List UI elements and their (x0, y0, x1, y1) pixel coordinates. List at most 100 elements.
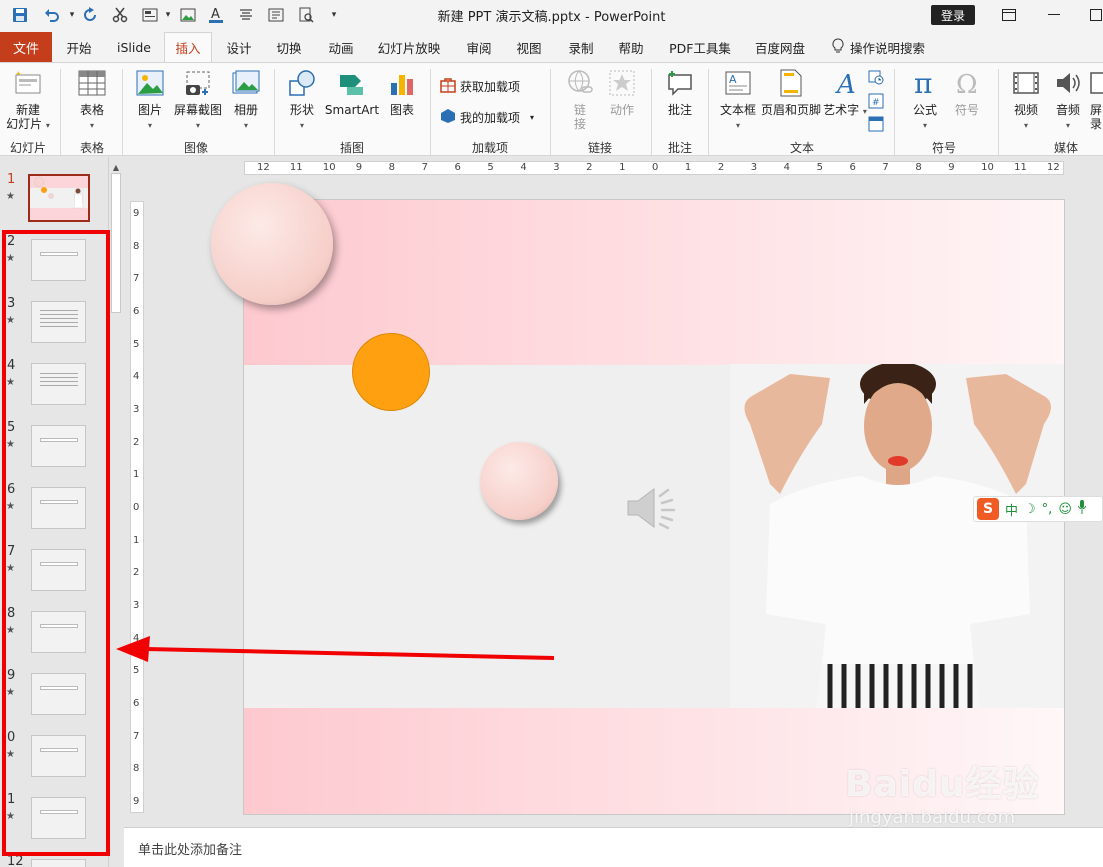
tab-insert[interactable]: 插入 (164, 32, 212, 62)
ime-punctuation-icon[interactable]: °, (1042, 502, 1053, 517)
wordart-button[interactable]: A 艺术字 ▾ (823, 67, 867, 117)
chevron-down-icon: ▾ (299, 121, 304, 130)
tab-record[interactable]: 录制 (562, 32, 600, 62)
comment-button[interactable]: 批注 (660, 67, 700, 117)
ime-toolbar[interactable]: S 中 ☽ °, ☺ (973, 496, 1103, 522)
tab-review[interactable]: 审阅 (460, 32, 498, 62)
tab-slideshow[interactable]: 幻灯片放映 (376, 32, 442, 62)
notes-placeholder[interactable]: 单击此处添加备注 (138, 839, 242, 858)
screenshot-icon (182, 67, 214, 99)
header-footer-button[interactable]: 页眉和页脚 (758, 67, 824, 117)
slide-number: 0 (7, 730, 16, 745)
redo-icon[interactable] (80, 5, 100, 25)
new-slide-button[interactable]: 新建 幻灯片 ▾ (4, 67, 52, 131)
table-button[interactable]: 表格 ▾ (70, 67, 114, 131)
slide-thumbnail-12[interactable] (31, 859, 86, 867)
notes-pane[interactable]: 单击此处添加备注 (124, 827, 1103, 867)
date-time-button[interactable] (868, 69, 884, 88)
tab-transitions[interactable]: 切换 (270, 32, 308, 62)
slide-thumbnail-6[interactable] (31, 487, 86, 529)
pink-bubble-large[interactable] (211, 183, 333, 305)
animation-star-icon: ★ (6, 191, 15, 202)
slide-thumbnail-2[interactable] (31, 239, 86, 281)
save-icon[interactable] (10, 5, 30, 25)
model-photo[interactable] (730, 362, 1064, 708)
login-button[interactable]: 登录 (931, 5, 975, 25)
slide-thumbnail-9[interactable] (31, 673, 86, 715)
slide-thumbnail-pane[interactable]: 1 ★ 2 ★ 3 ★ 4 ★ 5 ★ 6 ★ 7 ★ 8 ★ 9 ★ 0 ★ … (0, 157, 124, 867)
screenshot-button[interactable]: 屏幕截图 ▾ (170, 67, 226, 131)
chart-button[interactable]: 图表 (382, 67, 422, 117)
animation-star-icon: ★ (6, 377, 15, 388)
ime-fullwidth-icon[interactable]: ☽ (1024, 502, 1036, 517)
tab-design[interactable]: 设计 (220, 32, 258, 62)
undo-icon[interactable] (42, 5, 62, 25)
preview-icon[interactable] (296, 5, 316, 25)
maximize-icon[interactable] (1085, 4, 1103, 26)
slide-thumbnail-11[interactable] (31, 797, 86, 839)
vertical-ruler[interactable]: 9876543210123456789 (130, 201, 144, 813)
tell-me-search[interactable]: 操作说明搜索 (832, 32, 925, 62)
slide-number: 1 (7, 172, 16, 187)
symbol-button[interactable]: Ω 符号 (946, 67, 988, 117)
my-addins-button[interactable]: 我的加载项 ▾ (440, 108, 534, 127)
scroll-thumb[interactable] (111, 173, 121, 313)
layout-dropdown-icon[interactable]: ▾ (158, 5, 178, 25)
undo-dropdown-icon[interactable]: ▾ (62, 5, 82, 25)
slide-number-button[interactable]: # (868, 93, 884, 112)
tab-pdf-tools[interactable]: PDF工具集 (664, 32, 736, 62)
tab-animations[interactable]: 动画 (322, 32, 360, 62)
picture-icon[interactable] (178, 5, 198, 25)
slide-thumbnail-3[interactable] (31, 301, 86, 343)
slide-thumbnail-10[interactable] (31, 735, 86, 777)
thumbnail-scrollbar[interactable]: ▲ (108, 157, 123, 867)
svg-text:Ω: Ω (956, 70, 978, 97)
textbox-button[interactable]: A 文本框 ▾ (716, 67, 760, 131)
audio-speaker-icon[interactable] (624, 486, 684, 530)
video-button[interactable]: 视频 ▾ (1006, 67, 1046, 131)
tab-file[interactable]: 文件 (0, 32, 52, 62)
minimize-icon[interactable] (1043, 4, 1065, 26)
pictures-button[interactable]: 图片 ▾ (130, 67, 170, 131)
ruler-tick-label: 1 (684, 162, 692, 173)
customize-icon[interactable]: ▾ (324, 5, 344, 25)
tab-islide[interactable]: iSlide (112, 32, 156, 62)
ime-mode-toggle[interactable]: 中 (1005, 500, 1018, 519)
slide-thumbnail-7[interactable] (31, 549, 86, 591)
slide-thumbnail-5[interactable] (31, 425, 86, 467)
cut-icon[interactable] (110, 5, 130, 25)
ruler-tick-label: 12 (257, 162, 270, 173)
get-addins-button[interactable]: 获取加载项 (440, 77, 520, 96)
scroll-up-icon[interactable]: ▲ (109, 161, 123, 173)
font-color-icon[interactable]: A (206, 5, 226, 25)
slide-thumbnail-1[interactable] (28, 174, 90, 222)
text-box-icon[interactable] (266, 5, 286, 25)
slide-thumbnail-8[interactable] (31, 611, 86, 653)
group-divider (274, 69, 275, 155)
ruler-tick-label: 7 (882, 162, 889, 173)
tab-help[interactable]: 帮助 (612, 32, 650, 62)
audio-button[interactable]: 音频 ▾ (1048, 67, 1088, 131)
link-button[interactable]: 链接 (560, 67, 600, 131)
pink-bubble-small[interactable] (480, 442, 558, 520)
layout-icon[interactable] (140, 5, 160, 25)
slide-canvas[interactable] (243, 199, 1065, 815)
slide-thumbnail-4[interactable] (31, 363, 86, 405)
smartart-button[interactable]: SmartArt (322, 67, 382, 117)
ribbon-display-icon[interactable] (998, 4, 1020, 26)
tab-view[interactable]: 视图 (510, 32, 548, 62)
ime-emoji-icon[interactable]: ☺ (1058, 502, 1072, 517)
sogou-logo-icon[interactable]: S (977, 498, 999, 520)
action-button[interactable]: 动作 (602, 67, 642, 117)
orange-circle[interactable] (352, 333, 430, 411)
horizontal-ruler[interactable]: 12 11 10 9 8 7 6 5 4 3 2 1 0 1 2 3 4 5 6 7 8 9 10 11 12 (244, 161, 1064, 175)
tab-home[interactable]: 开始 (60, 32, 98, 62)
shapes-button[interactable]: 形状 ▾ (282, 67, 322, 131)
photo-album-button[interactable]: 相册 ▾ (226, 67, 266, 131)
object-button[interactable] (868, 116, 884, 135)
equation-button[interactable]: π 公式 ▾ (904, 67, 946, 131)
tab-baidu-netdisk[interactable]: 百度网盘 (750, 32, 810, 62)
screen-recording-button[interactable]: 屏录 (1090, 67, 1103, 131)
ime-voice-icon[interactable] (1077, 500, 1087, 518)
align-icon[interactable] (236, 5, 256, 25)
